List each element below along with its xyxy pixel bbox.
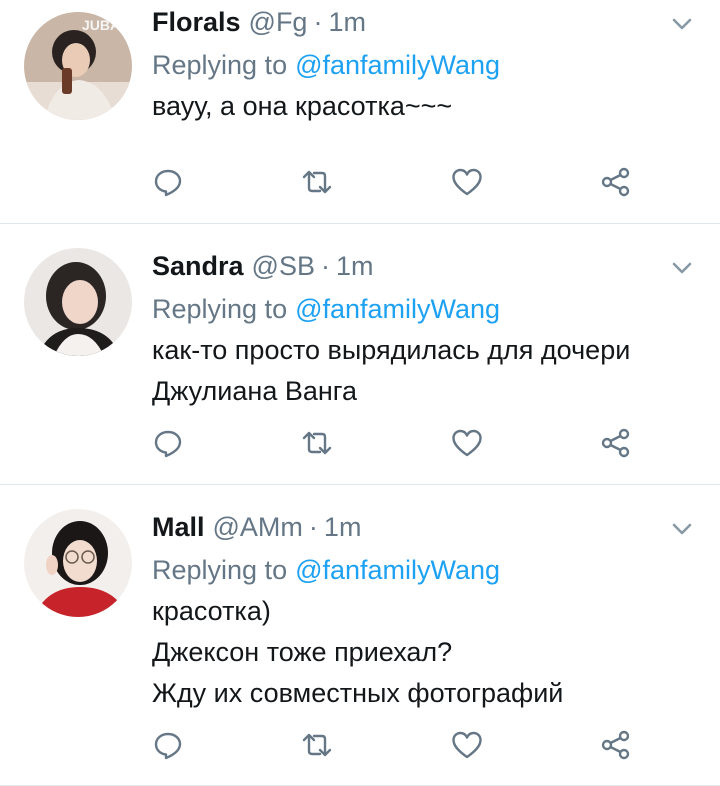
share-icon xyxy=(601,167,630,197)
reply-icon xyxy=(154,430,182,458)
display-name[interactable]: Sandra xyxy=(152,251,244,282)
tweet-florals[interactable]: JUBA Florals @Fg · 1m Replying to @fanfa… xyxy=(0,0,720,224)
tweet-header: Florals @Fg · 1m xyxy=(152,0,696,44)
mention-link[interactable]: @fanfamilyWang xyxy=(295,294,500,325)
tweet-content: Mall @AMm · 1m Replying to @fanfamilyWan… xyxy=(152,505,696,714)
retweet-icon xyxy=(303,431,332,455)
separator: · xyxy=(308,511,318,542)
reply-button[interactable] xyxy=(152,427,184,459)
retweet-icon xyxy=(303,170,332,194)
tweet-mall[interactable]: Mall @AMm · 1m Replying to @fanfamilyWan… xyxy=(0,485,720,786)
tweet-actions xyxy=(152,729,632,761)
replying-prefix: Replying to xyxy=(152,49,288,80)
tweet-text: вауу, а она красотка~~~ xyxy=(152,86,696,127)
share-button[interactable] xyxy=(600,427,632,459)
chevron-down-icon[interactable] xyxy=(668,254,696,282)
heart-icon xyxy=(451,731,482,759)
tweet-text-line: вауу, а она красотка~~~ xyxy=(152,91,453,121)
tweet-text-line: Жду их совместных фотографий xyxy=(152,678,564,708)
tweet-text-line: красотка) xyxy=(152,596,271,626)
display-name[interactable]: Mall xyxy=(152,512,205,543)
tweet-text-line: как-то просто вырядилась для дочери xyxy=(152,335,631,365)
tweet-text: красотка) Джексон тоже приехал? Жду их с… xyxy=(152,591,696,714)
share-icon xyxy=(601,730,630,760)
replying-to: Replying to @fanfamilyWang xyxy=(152,549,696,591)
heart-icon xyxy=(451,168,482,196)
tweet-content: Florals @Fg · 1m Replying to @fanfamilyW… xyxy=(152,0,696,127)
user-handle[interactable]: @Fg xyxy=(249,7,308,38)
like-button[interactable] xyxy=(451,729,483,761)
user-handle[interactable]: @SB xyxy=(252,251,315,282)
replying-to: Replying to @fanfamilyWang xyxy=(152,44,696,86)
like-button[interactable] xyxy=(451,427,483,459)
retweet-button[interactable] xyxy=(301,166,333,198)
replying-to: Replying to @fanfamilyWang xyxy=(152,288,696,330)
share-button[interactable] xyxy=(600,166,632,198)
tweet-header: Mall @AMm · 1m xyxy=(152,505,696,549)
retweet-button[interactable] xyxy=(301,729,333,761)
timestamp[interactable]: 1m xyxy=(324,512,362,543)
tweet-sandra[interactable]: Sandra @SB · 1m Replying to @fanfamilyWa… xyxy=(0,224,720,485)
tweet-header: Sandra @SB · 1m xyxy=(152,244,696,288)
avatar[interactable] xyxy=(24,248,132,356)
heart-icon xyxy=(451,429,482,457)
reply-button[interactable] xyxy=(152,729,184,761)
tweet-actions xyxy=(152,166,632,198)
like-button[interactable] xyxy=(451,166,483,198)
tweet-text-line: Джулиана Ванга xyxy=(152,376,358,406)
share-button[interactable] xyxy=(600,729,632,761)
replying-prefix: Replying to xyxy=(152,554,288,585)
reply-icon xyxy=(154,732,182,760)
avatar[interactable]: JUBA xyxy=(24,12,132,120)
timestamp[interactable]: 1m xyxy=(336,251,374,282)
timestamp[interactable]: 1m xyxy=(328,7,366,38)
tweet-text: как-то просто вырядилась для дочери Джул… xyxy=(152,330,696,412)
share-icon xyxy=(601,428,630,458)
mention-link[interactable]: @fanfamilyWang xyxy=(295,50,500,81)
reply-button[interactable] xyxy=(152,166,184,198)
avatar-overlay-text: JUBA xyxy=(82,17,120,33)
replying-prefix: Replying to xyxy=(152,293,288,324)
separator: · xyxy=(313,6,323,37)
display-name[interactable]: Florals xyxy=(152,7,241,38)
mention-link[interactable]: @fanfamilyWang xyxy=(295,555,500,586)
avatar[interactable] xyxy=(24,509,132,617)
tweet-content: Sandra @SB · 1m Replying to @fanfamilyWa… xyxy=(152,244,696,412)
chevron-down-icon[interactable] xyxy=(668,10,696,38)
retweet-icon xyxy=(303,733,332,757)
chevron-down-icon[interactable] xyxy=(668,515,696,543)
retweet-button[interactable] xyxy=(301,427,333,459)
reply-icon xyxy=(154,169,182,197)
tweet-actions xyxy=(152,427,632,459)
tweet-text-line: Джексон тоже приехал? xyxy=(152,637,453,667)
separator: · xyxy=(320,250,330,281)
user-handle[interactable]: @AMm xyxy=(213,512,303,543)
